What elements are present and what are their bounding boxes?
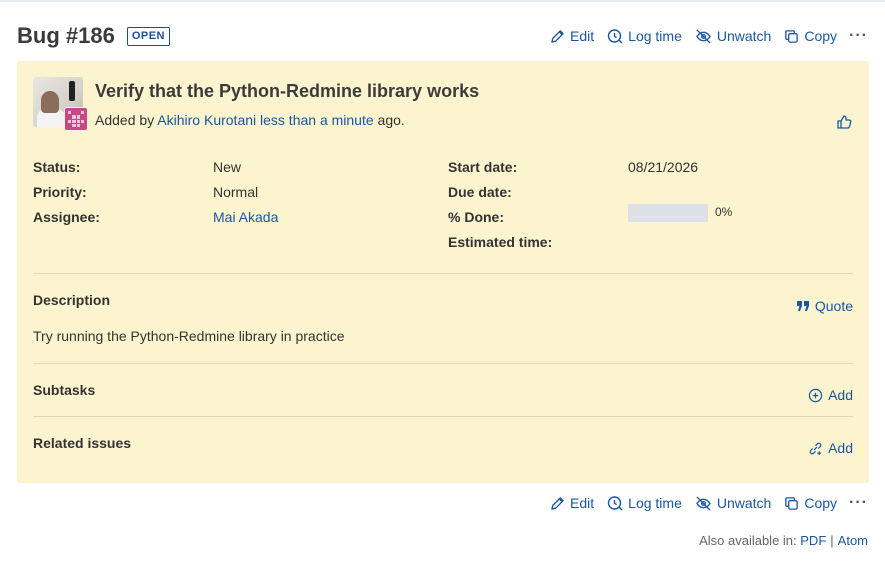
top-border xyxy=(0,0,885,2)
added-suffix: ago. xyxy=(377,112,405,128)
clock-icon xyxy=(607,29,623,44)
unwatch-button[interactable]: Unwatch xyxy=(695,28,771,44)
copy-label: Copy xyxy=(804,495,838,511)
copy-icon xyxy=(785,496,799,510)
divider xyxy=(33,416,853,417)
link-add-icon xyxy=(809,442,822,455)
time-ago-link[interactable]: less than a minute xyxy=(260,112,374,128)
also-available-label: Also available in: xyxy=(699,533,797,548)
description-title: Description xyxy=(33,292,111,308)
edit-button[interactable]: Edit xyxy=(550,28,594,44)
unwatch-label: Unwatch xyxy=(716,495,772,511)
divider xyxy=(33,273,853,274)
copy-label: Copy xyxy=(804,28,838,44)
add-subtask-button[interactable]: Add xyxy=(808,387,853,403)
log-time-label: Log time xyxy=(628,28,682,44)
page-title: Bug #186 xyxy=(17,23,115,48)
done-progress-bar xyxy=(628,204,708,222)
quote-icon xyxy=(796,301,809,311)
subtasks-title: Subtasks xyxy=(33,382,96,398)
start-date-value: 08/21/2026 xyxy=(628,159,699,175)
separator: | xyxy=(830,533,834,548)
add-related-label: Add xyxy=(828,440,853,456)
added-by-line: Added by Akihiro Kurotani less than a mi… xyxy=(95,112,405,128)
also-available: Also available in: PDF | Atom xyxy=(699,533,868,548)
eye-off-icon xyxy=(696,28,711,44)
copy-button[interactable]: Copy xyxy=(784,495,837,511)
clock-icon xyxy=(607,496,623,511)
done-label: % Done: xyxy=(448,209,504,225)
unwatch-button[interactable]: Unwatch xyxy=(695,495,771,511)
edit-button[interactable]: Edit xyxy=(550,495,594,511)
issue-header: Bug #186 OPEN Edit Log time Unwatch Copy… xyxy=(17,22,868,50)
eye-off-icon xyxy=(696,495,711,511)
author-link[interactable]: Akihiro Kurotani xyxy=(157,112,256,128)
priority-value: Normal xyxy=(213,184,259,200)
top-actions: Edit Log time Unwatch Copy ··· xyxy=(537,27,868,45)
pencil-icon xyxy=(551,29,564,43)
added-prefix: Added by xyxy=(95,112,155,128)
related-issues-title: Related issues xyxy=(33,435,132,451)
estimated-time-label: Estimated time: xyxy=(448,234,553,250)
more-icon[interactable]: ··· xyxy=(849,494,868,512)
pdf-link[interactable]: PDF xyxy=(800,533,826,548)
edit-label: Edit xyxy=(570,28,595,44)
pencil-icon xyxy=(551,496,564,510)
issue-card: Verify that the Python-Redmine library w… xyxy=(17,61,869,483)
start-date-label: Start date: xyxy=(448,159,518,175)
assignee-link[interactable]: Mai Akada xyxy=(213,209,278,225)
copy-icon xyxy=(785,29,799,43)
priority-label: Priority: xyxy=(33,184,87,200)
atom-link[interactable]: Atom xyxy=(838,533,868,548)
assignee-avatar xyxy=(64,107,88,131)
done-percent: 0% xyxy=(715,205,733,219)
log-time-button[interactable]: Log time xyxy=(607,28,682,44)
due-date-label: Due date: xyxy=(448,184,512,200)
status-label: Status: xyxy=(33,159,81,175)
more-icon[interactable]: ··· xyxy=(849,27,868,45)
quote-button[interactable]: Quote xyxy=(796,298,853,314)
add-related-issue-button[interactable]: Add xyxy=(808,440,853,456)
plus-circle-icon xyxy=(808,388,823,402)
description-text: Try running the Python-Redmine library i… xyxy=(33,328,345,344)
issue-subject: Verify that the Python-Redmine library w… xyxy=(95,81,480,101)
quote-label: Quote xyxy=(814,298,853,314)
edit-label: Edit xyxy=(570,495,595,511)
unwatch-label: Unwatch xyxy=(716,28,772,44)
add-subtask-label: Add xyxy=(828,387,853,403)
divider xyxy=(33,363,853,364)
bottom-actions: Edit Log time Unwatch Copy ··· xyxy=(537,494,868,512)
thumbs-up-icon[interactable] xyxy=(836,114,852,133)
copy-button[interactable]: Copy xyxy=(784,28,837,44)
log-time-label: Log time xyxy=(628,495,682,511)
status-value: New xyxy=(213,159,242,175)
log-time-button[interactable]: Log time xyxy=(607,495,682,511)
status-badge: OPEN xyxy=(126,26,171,46)
assignee-label: Assignee: xyxy=(33,209,100,225)
